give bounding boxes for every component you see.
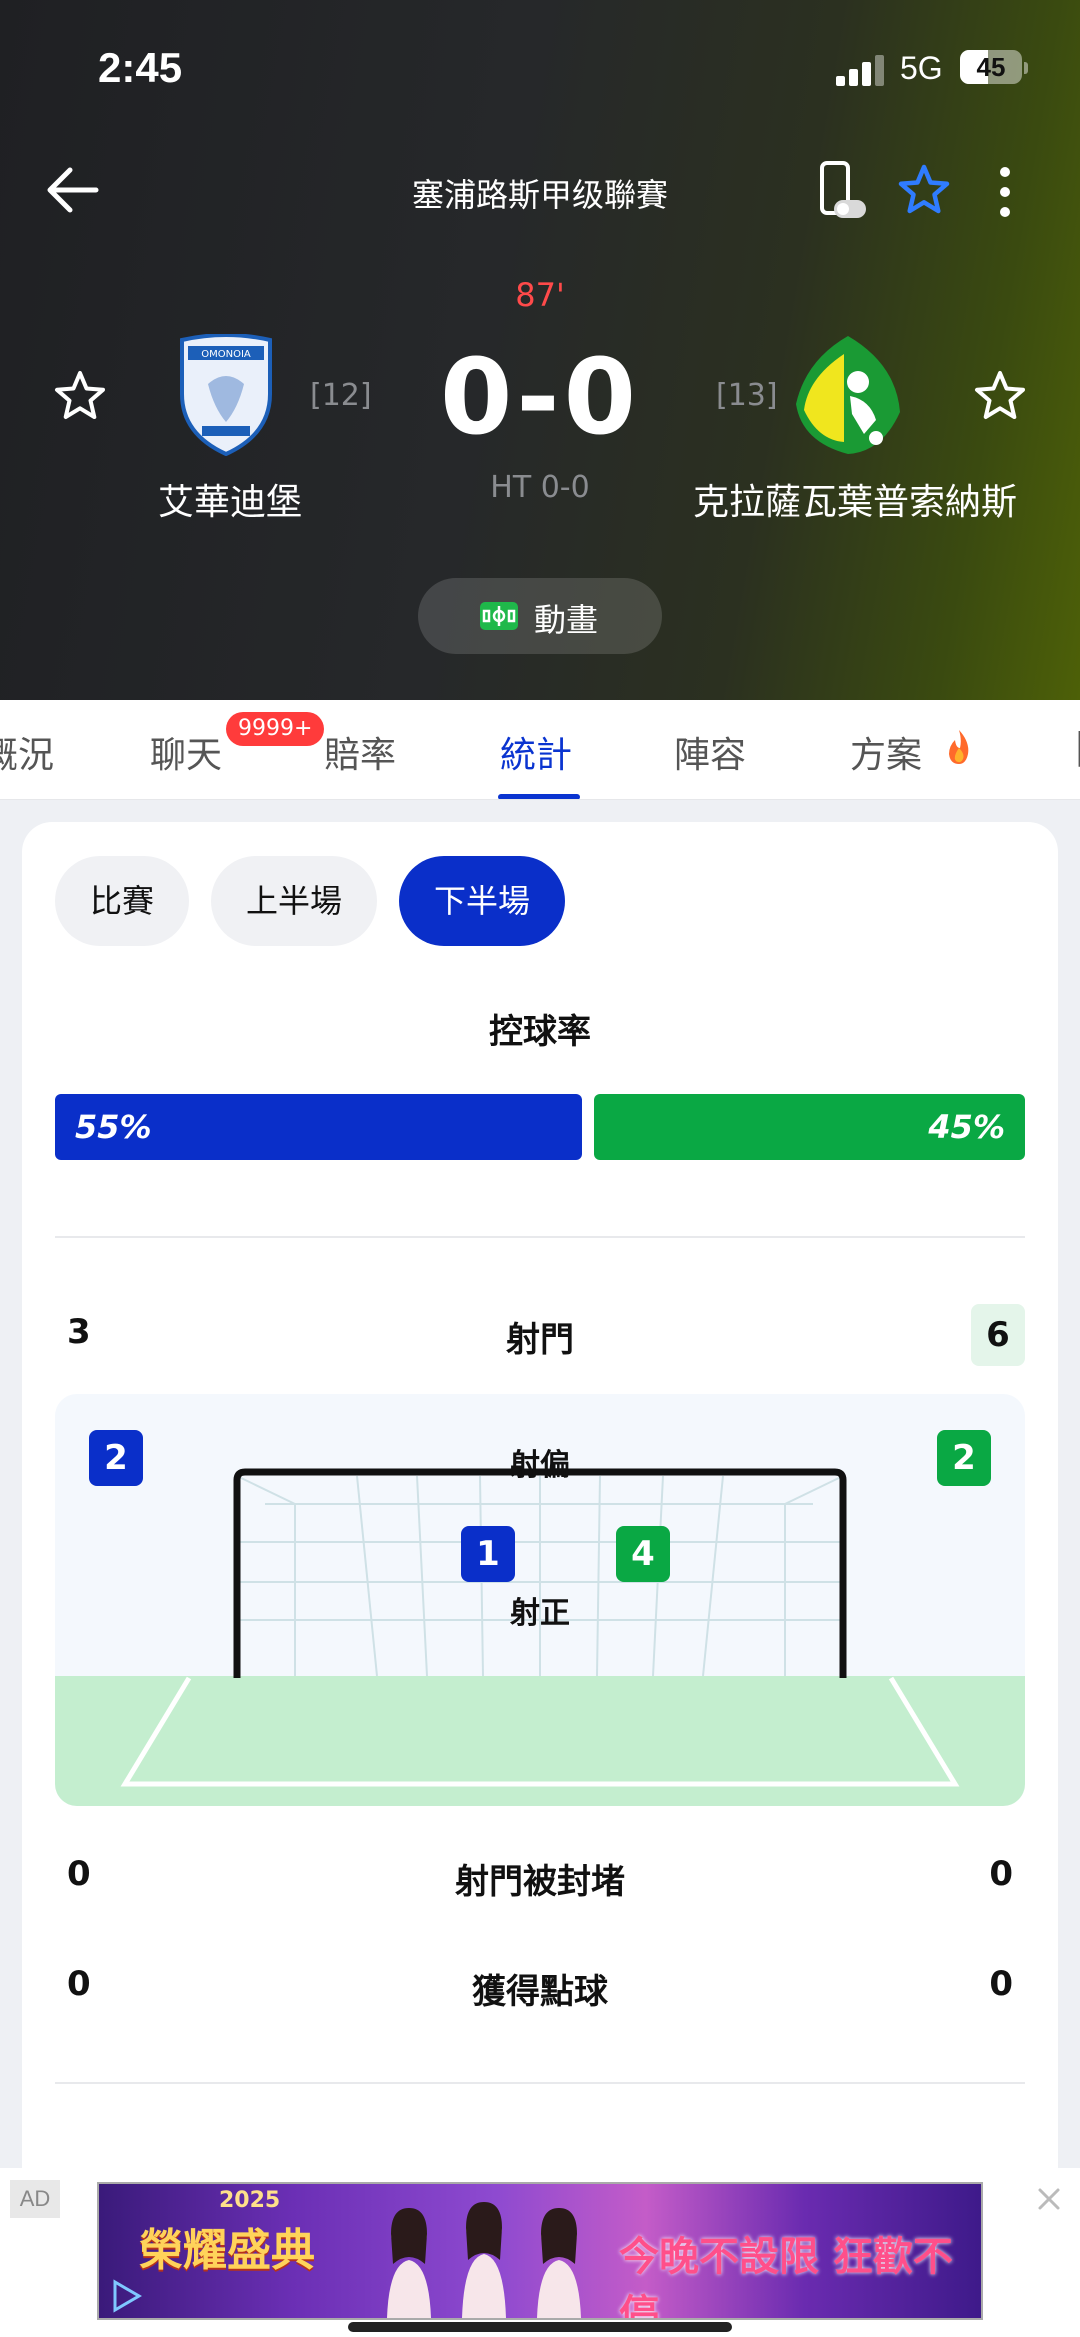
tab-stats[interactable]: 統計 bbox=[500, 726, 572, 778]
ad-people-image bbox=[387, 2202, 581, 2318]
penalties-away: 0 bbox=[989, 1964, 1013, 2004]
tab-more[interactable]: | bbox=[1074, 726, 1080, 767]
blocked-label: 射門被封堵 bbox=[455, 1862, 625, 1902]
favorite-star-icon[interactable] bbox=[896, 162, 952, 218]
tab-lineup[interactable]: 陣容 bbox=[674, 726, 746, 778]
ad-year: 2025 bbox=[219, 2188, 281, 2213]
divider bbox=[55, 2082, 1025, 2084]
stat-row-shots: 3 射門 6 bbox=[55, 1304, 1025, 1366]
ad-play-icon bbox=[113, 2279, 142, 2313]
animation-label: 動畫 bbox=[534, 601, 599, 639]
stat-row-blocked: 0 射門被封堵 0 bbox=[55, 1846, 1025, 1908]
tab-overview[interactable]: 概況 bbox=[0, 726, 54, 778]
tab-chat[interactable]: 聊天 bbox=[150, 726, 222, 778]
signal-icon bbox=[836, 54, 886, 86]
penalties-label: 獲得點球 bbox=[472, 1972, 608, 2012]
active-tab-indicator bbox=[498, 794, 580, 799]
shots-label: 射門 bbox=[506, 1320, 574, 1360]
chat-badge: 9999+ bbox=[226, 712, 325, 746]
tab-bar: 概況 聊天 9999+ 賠率 統計 陣容 方案 | bbox=[0, 700, 1080, 800]
home-indicator bbox=[348, 2322, 732, 2332]
ad-close-icon[interactable] bbox=[1034, 2184, 1064, 2214]
animation-button[interactable]: 動畫 bbox=[418, 578, 662, 654]
possession-title: 控球率 bbox=[489, 1012, 591, 1052]
ad-left-text: 榮耀盛典 bbox=[139, 2225, 315, 2276]
home-team-name[interactable]: 艾華迪堡 bbox=[120, 480, 340, 526]
away-team-name[interactable]: 克拉薩瓦葉普索納斯 bbox=[690, 480, 1020, 526]
network-type: 5G bbox=[900, 50, 943, 86]
status-bar: 2:45 5G 45 bbox=[0, 40, 1080, 100]
period-full-match[interactable]: 比賽 bbox=[55, 856, 189, 946]
period-first-half[interactable]: 上半場 bbox=[211, 856, 377, 946]
stat-row-penalties: 0 獲得點球 0 bbox=[55, 1956, 1025, 2018]
match-header: 2:45 5G 45 塞浦路斯甲级聯賽 87' OMONOIA [12] 0-0… bbox=[0, 0, 1080, 700]
status-time: 2:45 bbox=[98, 44, 183, 91]
top-nav: 塞浦路斯甲级聯賽 bbox=[0, 150, 1080, 230]
more-icon[interactable] bbox=[990, 162, 1020, 222]
match-score: 0-0 bbox=[440, 336, 640, 458]
off-target-away: 2 bbox=[937, 1430, 991, 1486]
pitch-icon bbox=[480, 602, 518, 630]
on-target-label: 射正 bbox=[510, 1596, 570, 1631]
tab-plans[interactable]: 方案 bbox=[850, 726, 922, 778]
shots-away: 6 bbox=[971, 1304, 1025, 1366]
possession-away-bar: 45% bbox=[594, 1094, 1025, 1160]
ad-banner-container: AD 2025 榮耀盛典 今晚不設限 狂歡不停 bbox=[0, 2168, 1080, 2337]
ad-right-text: 今晚不設限 狂歡不停 bbox=[619, 2234, 953, 2320]
tab-odds[interactable]: 賠率 bbox=[324, 726, 396, 778]
ad-tag: AD bbox=[10, 2180, 60, 2218]
shot-map: 2 射偏 2 1 4 射正 bbox=[55, 1394, 1025, 1806]
on-target-home: 1 bbox=[461, 1526, 515, 1582]
possession-home-bar: 55% bbox=[55, 1094, 582, 1160]
away-team-rank: [13] bbox=[716, 378, 778, 413]
blocked-away: 0 bbox=[989, 1854, 1013, 1894]
divider bbox=[55, 1236, 1025, 1238]
away-favorite-star-icon[interactable] bbox=[972, 368, 1028, 424]
on-target-away: 4 bbox=[616, 1526, 670, 1582]
away-team-crest bbox=[796, 336, 900, 454]
ad-banner[interactable]: 2025 榮耀盛典 今晚不設限 狂歡不停 bbox=[97, 2182, 983, 2320]
match-minute: 87' bbox=[515, 276, 565, 314]
phone-toggle-icon[interactable] bbox=[816, 160, 870, 222]
fire-icon bbox=[949, 730, 969, 764]
battery-level: 45 bbox=[976, 52, 1006, 82]
battery-icon: 45 bbox=[960, 50, 1022, 84]
off-target-label: 射偏 bbox=[510, 1448, 570, 1483]
stats-card: 比賽 上半場 下半場 控球率 55% 45% 3 射門 6 2 射偏 2 1 4… bbox=[22, 822, 1058, 2322]
period-second-half[interactable]: 下半場 bbox=[399, 856, 565, 946]
